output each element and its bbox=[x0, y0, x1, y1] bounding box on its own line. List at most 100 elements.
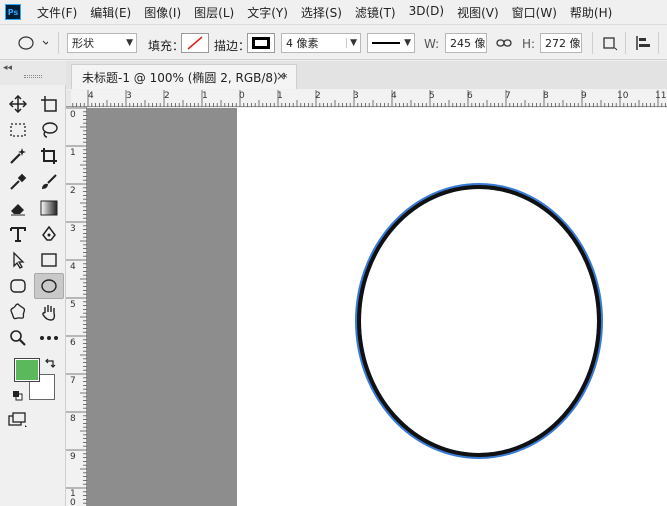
path-operations-icon[interactable] bbox=[601, 35, 619, 51]
menu-filter[interactable]: 滤镜(T) bbox=[355, 4, 396, 21]
type-tool[interactable] bbox=[5, 222, 31, 246]
move-tool[interactable] bbox=[5, 92, 31, 116]
more-tools[interactable] bbox=[36, 326, 62, 350]
ruler-label: 4 bbox=[88, 91, 94, 101]
crop-tool[interactable] bbox=[36, 144, 62, 168]
screen-mode-icon[interactable] bbox=[8, 412, 28, 428]
mode-dropdown[interactable]: 形状 ▼ bbox=[67, 33, 137, 53]
separator bbox=[625, 32, 626, 54]
menu-window[interactable]: 窗口(W) bbox=[512, 4, 557, 21]
fill-swatch[interactable] bbox=[181, 33, 209, 53]
ps-logo-icon[interactable]: Ps bbox=[5, 4, 21, 20]
eraser-tool[interactable] bbox=[5, 196, 31, 220]
eraser-icon bbox=[11, 204, 25, 216]
ruler-label: 3 bbox=[70, 224, 76, 234]
ruler-label: 5 bbox=[429, 91, 435, 101]
foreground-color[interactable] bbox=[14, 358, 40, 382]
ruler-label: 6 bbox=[70, 338, 76, 348]
hand-tool[interactable] bbox=[36, 300, 62, 324]
gradient-tool[interactable] bbox=[36, 196, 62, 220]
toolbar-header: ◂◂ bbox=[0, 61, 66, 85]
ruler-label: 4 bbox=[70, 262, 76, 272]
path-select-tool[interactable] bbox=[5, 248, 31, 272]
hand-icon bbox=[42, 305, 56, 321]
document-canvas[interactable] bbox=[237, 108, 667, 506]
document-title: 未标题-1 @ 100% (椭圆 2, RGB/8) * bbox=[82, 70, 288, 85]
ruler-label: 2 bbox=[70, 186, 76, 196]
separator bbox=[658, 32, 659, 54]
rectangle-tool[interactable] bbox=[36, 248, 62, 272]
menu-layer[interactable]: 图层(L) bbox=[194, 4, 234, 21]
document-tab[interactable]: 未标题-1 @ 100% (椭圆 2, RGB/8) * × bbox=[71, 64, 297, 89]
move-icon bbox=[9, 95, 27, 113]
ruler-label: 9 bbox=[70, 452, 76, 462]
gradient-icon bbox=[40, 200, 58, 216]
swap-colors-icon[interactable] bbox=[44, 357, 56, 369]
brush-icon bbox=[42, 174, 57, 189]
menu-type[interactable]: 文字(Y) bbox=[247, 4, 288, 21]
custom-shape-icon bbox=[10, 303, 26, 320]
menu-view[interactable]: 视图(V) bbox=[457, 4, 499, 21]
height-input[interactable]: 272 像素 bbox=[540, 33, 582, 53]
stroke-width-value: 4 像素 bbox=[286, 37, 319, 50]
ruler-label: 5 bbox=[70, 300, 76, 310]
stroke-swatch[interactable] bbox=[247, 33, 275, 53]
ellipse-shape-layer[interactable] bbox=[237, 108, 667, 506]
type-icon bbox=[10, 227, 26, 242]
brush-tool[interactable] bbox=[36, 170, 62, 194]
ruler-label: 7 bbox=[505, 91, 511, 101]
ruler-label: 0 bbox=[70, 110, 76, 120]
zoom-icon bbox=[10, 330, 26, 346]
lasso-icon bbox=[42, 122, 58, 138]
link-dimensions-icon[interactable] bbox=[496, 36, 512, 50]
menu-edit[interactable]: 编辑(E) bbox=[90, 4, 131, 21]
menu-select[interactable]: 选择(S) bbox=[301, 4, 342, 21]
stroke-width-field[interactable]: 4 像素 ▼ bbox=[281, 33, 361, 53]
ruler-label: 8 bbox=[543, 91, 549, 101]
chevron-down-icon: ▼ bbox=[404, 38, 411, 48]
arrow-icon bbox=[13, 251, 25, 269]
mode-value: 形状 bbox=[72, 37, 94, 50]
path-alignment-icon[interactable] bbox=[634, 35, 652, 51]
ruler-label: 10 bbox=[617, 91, 629, 101]
default-colors-icon[interactable] bbox=[12, 390, 24, 402]
solid-line-icon bbox=[372, 42, 400, 44]
menu-items: 文件(F) 编辑(E) 图像(I) 图层(L) 文字(Y) 选择(S) 滤镜(T… bbox=[37, 4, 625, 21]
pasteboard bbox=[87, 108, 237, 506]
ruler-label: 1 bbox=[70, 148, 76, 158]
vertical-ruler[interactable]: 0 1 2 3 4 5 6 7 8 9 1 0 bbox=[66, 107, 87, 506]
custom-shape-tool[interactable] bbox=[5, 300, 31, 324]
menu-3d[interactable]: 3D(D) bbox=[409, 4, 444, 21]
artboard-tool[interactable] bbox=[36, 92, 62, 116]
ellipse-icon bbox=[41, 279, 57, 293]
ruler-label: 2 bbox=[164, 91, 170, 101]
fill-label: 填充： bbox=[148, 39, 185, 53]
ellipse-tool[interactable] bbox=[34, 273, 64, 299]
rectangle-icon bbox=[41, 253, 57, 267]
tool-preset-picker[interactable] bbox=[10, 33, 48, 53]
width-input[interactable]: 245 像素 bbox=[445, 33, 487, 53]
lasso-tool[interactable] bbox=[36, 118, 62, 142]
magic-wand-tool[interactable] bbox=[5, 144, 31, 168]
ruler-label: 3 bbox=[353, 91, 359, 101]
rounded-rect-icon bbox=[10, 279, 26, 293]
width-label: W: bbox=[424, 37, 440, 51]
marquee-tool[interactable] bbox=[5, 118, 31, 142]
menu-help[interactable]: 帮助(H) bbox=[570, 4, 612, 21]
menu-file[interactable]: 文件(F) bbox=[37, 4, 77, 21]
ruler-label: 3 bbox=[126, 91, 132, 101]
tools-panel bbox=[0, 85, 66, 506]
eyedropper-tool[interactable] bbox=[5, 170, 31, 194]
stroke-type-dropdown[interactable]: ▼ bbox=[367, 33, 415, 53]
collapse-panel-icon[interactable]: ◂◂ bbox=[3, 63, 12, 73]
eyedropper-icon bbox=[10, 173, 27, 190]
pen-tool[interactable] bbox=[36, 222, 62, 246]
ruler-label: 9 bbox=[581, 91, 587, 101]
ruler-label: 1 bbox=[202, 91, 208, 101]
toolbar-grip[interactable] bbox=[24, 75, 42, 78]
menu-image[interactable]: 图像(I) bbox=[144, 4, 181, 21]
close-icon[interactable]: × bbox=[276, 69, 286, 83]
horizontal-ruler[interactable]: 4 3 2 1 0 1 2 3 4 5 6 7 8 9 10 11 bbox=[71, 90, 667, 107]
rounded-rect-tool[interactable] bbox=[5, 274, 31, 298]
zoom-tool[interactable] bbox=[5, 326, 31, 350]
